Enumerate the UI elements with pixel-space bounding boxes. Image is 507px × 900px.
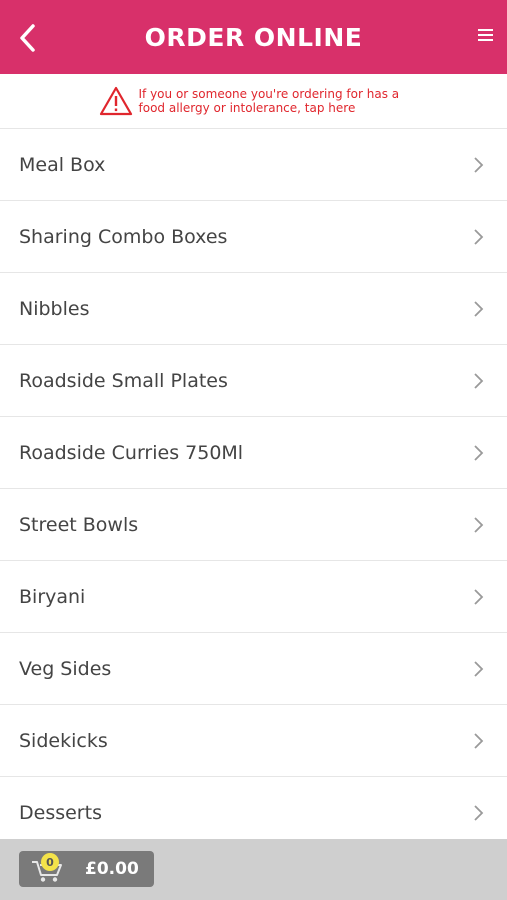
chevron-right-icon <box>474 804 484 821</box>
allergy-notice[interactable]: If you or someone you're ordering for ha… <box>0 74 507 129</box>
menu-category-item[interactable]: Biryani <box>0 561 507 633</box>
cart-button[interactable]: 0 £0.00 <box>19 851 154 887</box>
cart-footer: 0 £0.00 <box>0 839 507 900</box>
menu-category-item[interactable]: Sharing Combo Boxes <box>0 201 507 273</box>
warning-icon <box>99 86 132 116</box>
chevron-right-icon <box>474 516 484 533</box>
chevron-right-icon <box>474 372 484 389</box>
cart-count-badge: 0 <box>41 853 59 871</box>
chevron-right-icon <box>474 300 484 317</box>
cart-total: £0.00 <box>85 859 139 879</box>
page-title: ORDER ONLINE <box>144 22 363 52</box>
menu-category-label: Veg Sides <box>19 657 112 680</box>
menu-category-label: Roadside Small Plates <box>19 369 228 392</box>
menu-category-item[interactable]: Sidekicks <box>0 705 507 777</box>
chevron-right-icon <box>474 444 484 461</box>
menu-category-item[interactable]: Nibbles <box>0 273 507 345</box>
app-header: ORDER ONLINE <box>0 0 507 74</box>
menu-category-item[interactable]: Veg Sides <box>0 633 507 705</box>
chevron-left-icon <box>20 24 35 52</box>
menu-category-label: Desserts <box>19 801 102 824</box>
menu-category-item[interactable]: Meal Box <box>0 129 507 201</box>
menu-category-item[interactable]: Street Bowls <box>0 489 507 561</box>
menu-category-label: Sidekicks <box>19 729 108 752</box>
chevron-right-icon <box>474 228 484 245</box>
menu-category-label: Roadside Curries 750Ml <box>19 441 244 464</box>
menu-category-label: Nibbles <box>19 297 90 320</box>
chevron-right-icon <box>474 732 484 749</box>
menu-category-list: Meal Box Sharing Combo Boxes Nibbles Roa… <box>0 129 507 849</box>
hamburger-menu-button[interactable] <box>477 27 497 47</box>
menu-category-item[interactable]: Roadside Curries 750Ml <box>0 417 507 489</box>
chevron-right-icon <box>474 588 484 605</box>
menu-category-label: Biryani <box>19 585 86 608</box>
chevron-right-icon <box>474 660 484 677</box>
back-button[interactable] <box>14 22 42 54</box>
menu-category-label: Sharing Combo Boxes <box>19 225 228 248</box>
menu-category-label: Street Bowls <box>19 513 139 536</box>
allergy-message: If you or someone you're ordering for ha… <box>138 87 400 115</box>
chevron-right-icon <box>474 156 484 173</box>
hamburger-icon <box>478 29 493 41</box>
menu-category-label: Meal Box <box>19 153 106 176</box>
menu-category-item[interactable]: Roadside Small Plates <box>0 345 507 417</box>
